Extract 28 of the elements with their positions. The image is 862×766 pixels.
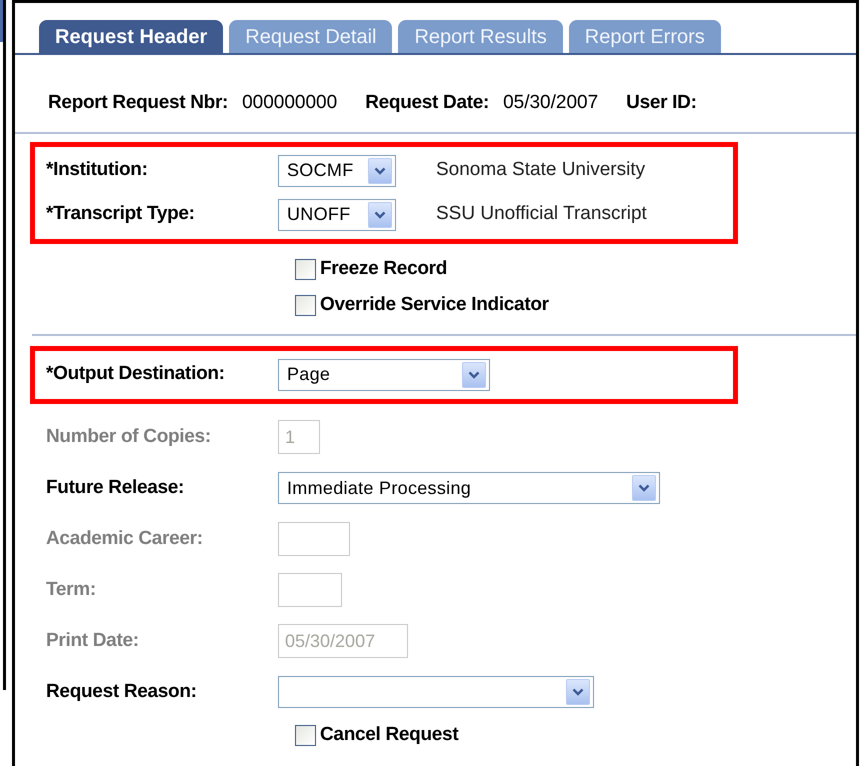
info-value: 000000000	[242, 91, 338, 115]
checkbox[interactable]	[295, 295, 316, 316]
dropdown[interactable]: Page	[278, 358, 490, 390]
field-label: Term:	[46, 578, 97, 602]
field-description: SSU Unofficial Transcript	[436, 202, 647, 226]
info-label: Report Request Nbr:	[48, 91, 228, 115]
field-label: *Institution:	[46, 158, 149, 182]
info-label: Request Date:	[365, 91, 490, 115]
checkbox[interactable]	[295, 259, 316, 280]
checkbox-label: Freeze Record	[320, 257, 448, 282]
field-label: *Output Destination:	[46, 362, 226, 386]
dropdown[interactable]: SOCMF	[278, 154, 396, 186]
field-label: Future Release:	[46, 476, 186, 500]
dropdown[interactable]: Immediate Processing	[278, 472, 660, 504]
checkbox-label: Cancel Request	[320, 723, 458, 748]
field-label: Print Date:	[46, 628, 140, 653]
field-description: Sonoma State University	[436, 158, 646, 182]
dropdown[interactable]	[278, 676, 594, 708]
info-label: User ID:	[626, 91, 697, 115]
checkbox[interactable]	[295, 725, 316, 746]
tab[interactable]: Request Header	[39, 20, 224, 53]
field-label: *Transcript Type:	[46, 202, 196, 226]
dropdown[interactable]: UNOFF	[278, 198, 396, 230]
info-value: 05/30/2007	[503, 91, 598, 115]
field-label: Academic Career:	[46, 526, 204, 551]
checkbox-label: Override Service Indicator	[320, 293, 549, 318]
field-label: Request Reason:	[46, 680, 198, 704]
field-label: Number of Copies:	[46, 424, 212, 449]
